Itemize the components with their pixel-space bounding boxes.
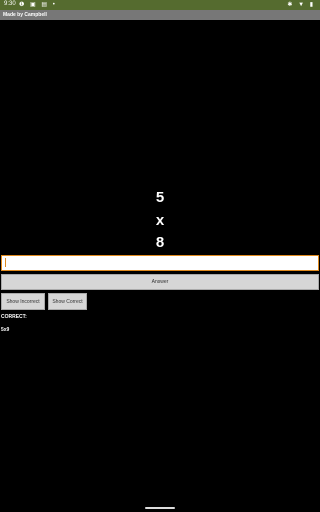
- status-time: 9:30: [4, 1, 16, 7]
- text-caret: [5, 258, 6, 267]
- gesture-nav-handle[interactable]: [145, 507, 175, 509]
- show-correct-button[interactable]: Show Correct: [48, 293, 87, 310]
- status-bar: 9:30 ❶ ▣ ▤ • ✱ ▼ ▮: [0, 0, 320, 10]
- app-title: Made by Campbell: [3, 12, 47, 18]
- answer-field-wrapper: [1, 255, 319, 271]
- app-title-bar: Made by Campbell: [0, 10, 320, 20]
- first-factor: 5: [155, 189, 165, 206]
- second-factor: 8: [155, 234, 165, 251]
- operator-sign: x: [155, 212, 165, 229]
- answer-button[interactable]: Answer: [1, 274, 319, 290]
- answer-input[interactable]: [1, 255, 319, 271]
- notification-icons: ❶ ▣ ▤ •: [19, 2, 57, 8]
- correct-list: 5x9: [1, 327, 10, 333]
- system-icons: ✱ ▼ ▮: [287, 2, 315, 8]
- correct-heading: CORRECT:: [1, 314, 27, 320]
- show-incorrect-button[interactable]: Show Incorrect: [1, 293, 45, 310]
